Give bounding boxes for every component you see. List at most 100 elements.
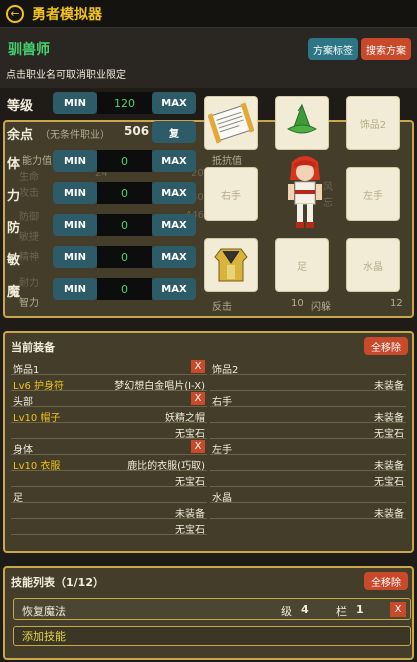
stat-max-button[interactable]: MAX [152, 214, 196, 236]
equipment-slot-name: 水晶 [212, 493, 232, 504]
equipment-item-level: Lv10 帽子 [13, 413, 61, 424]
stat-max-button[interactable]: MAX [152, 182, 196, 204]
witch-hat-icon [286, 103, 318, 134]
equip-slot-body[interactable] [204, 238, 258, 292]
equipment-item-row[interactable]: 未装备 [210, 503, 406, 520]
attr-row-label: 耐力 [19, 278, 39, 289]
back-arrow-icon[interactable]: ← [6, 4, 24, 23]
equipment-item-row[interactable]: 未装备 [210, 407, 406, 424]
remove-equipment-button[interactable]: X [191, 440, 205, 453]
equip-slot-crystal[interactable]: 水晶 [346, 238, 400, 292]
equipment-slot-name: 身体 [13, 445, 33, 456]
equipment-item-name: 未装备 [175, 509, 205, 520]
equipment-item-row[interactable]: Lv6 护身符 梦幻想白金唱片(I-X) [11, 375, 207, 392]
counter-label: 反击 [212, 302, 232, 313]
stat-min-button[interactable]: MIN [53, 150, 97, 172]
stat-min-button[interactable]: MIN [53, 278, 97, 300]
remaining-points-value: 506 [124, 124, 150, 138]
plan-search-button[interactable]: 搜索方案 [361, 38, 411, 60]
stat-label: 体 [7, 157, 21, 172]
resist-heading: 抵抗值 [212, 156, 242, 167]
equipment-item-row[interactable]: Lv10 衣服 鹿比的衣服(巧取) [11, 455, 207, 472]
remove-all-skills-button[interactable]: 全移除 [364, 572, 408, 590]
equipment-gem: 无宝石 [374, 477, 404, 488]
attr-row-label: 精神 [19, 252, 39, 263]
equipment-slot-row: 饰品2 [210, 359, 406, 376]
stat-value[interactable]: 0 [97, 150, 152, 172]
equip-slot-accessory1[interactable] [204, 96, 258, 150]
equip-slot-foot[interactable]: 足 [275, 238, 329, 292]
plan-tag-button[interactable]: 方案标签 [308, 38, 358, 60]
equipment-slot-name: 右手 [212, 397, 232, 408]
equipment-slot-row: 右手 [210, 391, 406, 408]
remaining-points-note: （无条件职业） [40, 130, 110, 141]
attr-row-label: 防御 [19, 212, 39, 223]
skill-slot-value[interactable]: 1 [356, 603, 364, 616]
level-label: 等级 [7, 99, 34, 114]
stat-min-button[interactable]: MIN [53, 182, 97, 204]
stat-max-button[interactable]: MAX [152, 150, 196, 172]
stat-value[interactable]: 0 [97, 182, 152, 204]
attr-row-label: 攻击 [19, 188, 39, 199]
equipment-item-name: 妖精之帽 [165, 413, 205, 424]
remove-equipment-button[interactable]: X [191, 392, 205, 405]
attr-row-label: 敏捷 [19, 232, 39, 243]
reset-button[interactable]: 复 [152, 121, 196, 143]
equipment-slot-row: 头部 X [11, 391, 207, 408]
equipment-item-name: 未装备 [374, 509, 404, 520]
wisdom-label: 智力 [19, 298, 39, 309]
skill-level-value[interactable]: 4 [301, 603, 309, 616]
equipment-slot-name: 饰品2 [212, 365, 239, 376]
equipment-item-name: 梦幻想白金唱片(I-X) [114, 381, 205, 392]
add-skill-button[interactable]: 添加技能 [13, 626, 411, 646]
stat-min-button[interactable]: MIN [53, 214, 97, 236]
stat-max-button[interactable]: MAX [152, 246, 196, 268]
equipment-gem: 无宝石 [175, 525, 205, 536]
equipment-item-level: Lv10 衣服 [13, 461, 61, 472]
armor-icon [214, 248, 248, 282]
equipment-item-row[interactable]: 未装备 [210, 375, 406, 392]
equipment-gem-row[interactable]: 无宝石 [11, 519, 207, 536]
equipment-item-name: 未装备 [374, 413, 404, 424]
equipment-gem-row[interactable]: 无宝石 [11, 423, 207, 440]
level-min-button[interactable]: MIN [53, 92, 97, 114]
dodge-label: 闪躲 [311, 302, 331, 313]
skill-name: 恢复魔法 [22, 605, 66, 618]
equip-slot-left-hand[interactable]: 左手 [346, 167, 400, 221]
equipment-gem: 无宝石 [374, 429, 404, 440]
stat-label: 防 [7, 221, 21, 236]
remove-equipment-button[interactable]: X [191, 360, 205, 373]
equipment-item-name: 未装备 [374, 381, 404, 392]
equipment-gem-row[interactable]: 无宝石 [11, 471, 207, 488]
equipment-item-row[interactable]: Lv10 帽子 妖精之帽 [11, 407, 207, 424]
skill-level-label: 级 [281, 605, 292, 618]
job-name[interactable]: 驯兽师 [8, 39, 50, 59]
equipment-gem-row[interactable]: 无宝石 [210, 471, 406, 488]
stat-label: 敏 [7, 253, 21, 268]
remove-all-equipment-button[interactable]: 全移除 [364, 337, 408, 355]
equipment-slot-row: 身体 X [11, 439, 207, 456]
skills-panel: 技能列表（1/12） 全移除 恢复魔法 级 4 栏 1 X 添加技能 [3, 566, 414, 660]
title-bar: ← 勇者模拟器 [0, 0, 417, 28]
level-value[interactable]: 120 [97, 92, 152, 114]
stat-max-button[interactable]: MAX [152, 278, 196, 300]
equipment-item-level: Lv6 护身符 [13, 381, 65, 392]
equipment-item-row[interactable]: 未装备 [11, 503, 207, 520]
stat-value[interactable]: 0 [97, 278, 152, 300]
stat-min-button[interactable]: MIN [53, 246, 97, 268]
equipment-slot-name: 饰品1 [13, 365, 40, 376]
equipment-gem-row[interactable]: 无宝石 [210, 423, 406, 440]
stat-value[interactable]: 0 [97, 214, 152, 236]
skill-slot-label: 栏 [336, 605, 347, 618]
equip-slot-head[interactable] [275, 96, 329, 150]
remove-skill-button[interactable]: X [390, 602, 406, 617]
equipment-gem: 无宝石 [175, 429, 205, 440]
equip-slot-right-hand[interactable]: 右手 [204, 167, 258, 221]
skill-row[interactable]: 恢复魔法 级 4 栏 1 X [13, 598, 411, 620]
equipment-slot-row: 左手 [210, 439, 406, 456]
equipment-item-row[interactable]: 未装备 [210, 455, 406, 472]
current-equipment-title: 当前装备 [11, 341, 55, 354]
equip-slot-accessory2[interactable]: 饰品2 [346, 96, 400, 150]
stat-value[interactable]: 0 [97, 246, 152, 268]
level-max-button[interactable]: MAX [152, 92, 196, 114]
